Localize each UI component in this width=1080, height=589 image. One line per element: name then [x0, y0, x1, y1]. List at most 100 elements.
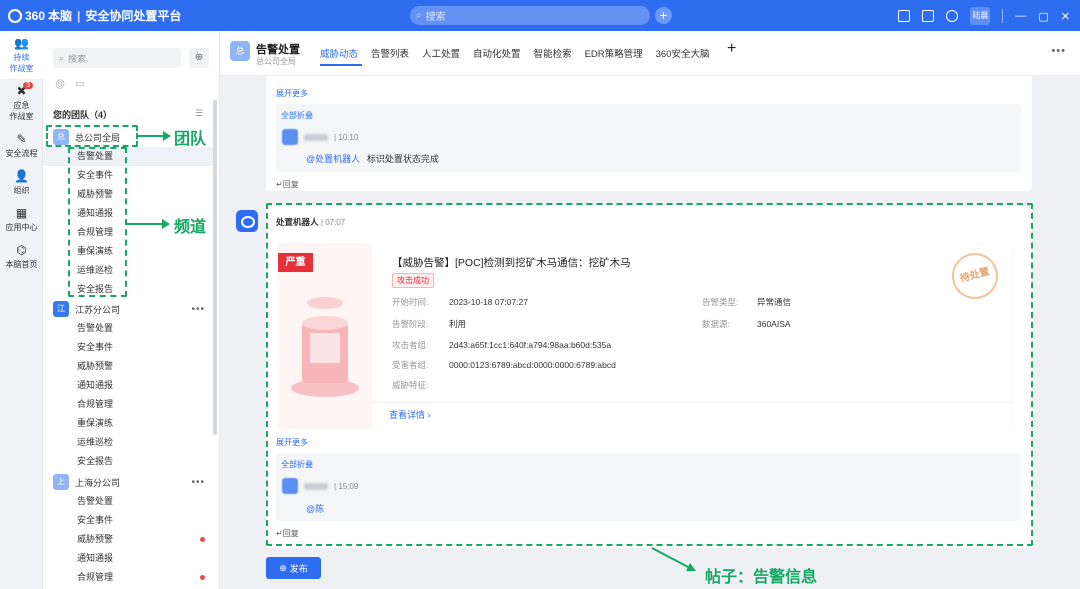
brand-product: 安全协同处置平台	[85, 9, 182, 23]
channel-item[interactable]: 安全事件	[43, 338, 213, 357]
global-search-input[interactable]: ⌕ 搜索	[410, 6, 650, 25]
team-head[interactable]: 上 上海分公司 •••	[43, 472, 213, 492]
channel-item[interactable]: 运维巡检	[43, 433, 213, 452]
brand-logo-icon	[8, 8, 22, 23]
channel-filters: @ ▭	[55, 79, 85, 90]
more-icon[interactable]: •••	[191, 304, 205, 315]
rail-item-org[interactable]: 👤 组织	[0, 164, 43, 201]
brand: 360 本脑 | 安全协同处置平台	[8, 7, 181, 24]
channel-item[interactable]: 合规管理	[43, 395, 213, 414]
bookmark-icon[interactable]	[898, 10, 911, 22]
minimize-icon[interactable]: —	[1015, 10, 1026, 22]
reply-thread: 全部折叠 | 10:10 @处置机器人 标识处置状态完成	[276, 104, 1021, 172]
tab-alert-list[interactable]: 告警列表	[371, 46, 409, 60]
reply-time: | 10:10	[334, 132, 359, 142]
channel-item[interactable]: 安全事件	[43, 511, 213, 530]
publish-button[interactable]: ⊕ 发布	[266, 557, 321, 579]
tab-threat-dynamics[interactable]: 威胁动态	[320, 46, 358, 60]
post-card: 展开更多 全部折叠 | 10:10 @处置机器人 标识处置状态完成 ↵回复	[266, 76, 1032, 191]
reply-author-redacted	[304, 133, 328, 141]
rail-item-security-flow[interactable]: ✎ 安全流程	[0, 127, 43, 164]
team-group-shanghai: 上 上海分公司 ••• 告警处置 安全事件 威胁预警 通知通报 合规管理	[43, 472, 213, 587]
post-highlight-box	[266, 203, 1033, 546]
add-user-button[interactable]: ⊕	[189, 48, 209, 68]
at-icon[interactable]: @	[55, 79, 65, 90]
home-icon: ⌬	[16, 243, 27, 257]
reply-avatar	[282, 129, 298, 145]
global-search-placeholder: 搜索	[425, 12, 446, 23]
team-icon: 👥	[14, 36, 29, 50]
tab-edr-policy[interactable]: EDR策略管理	[585, 46, 643, 60]
tab-manual-handling[interactable]: 人工处置	[422, 46, 460, 60]
tab-360-brain[interactable]: 360安全大脑	[656, 46, 710, 60]
plus-circle-icon: ⊕	[279, 562, 287, 573]
collapse-all-link[interactable]: 全部折叠	[281, 110, 313, 121]
bot-avatar-icon	[236, 210, 258, 232]
team-settings-icon[interactable]: ☰	[195, 108, 203, 119]
channel-item[interactable]: 重保演练	[43, 414, 213, 433]
mention-link[interactable]: @处置机器人	[306, 154, 360, 164]
channel-item[interactable]: 威胁预警	[43, 530, 213, 549]
channel-item[interactable]: 威胁预警	[43, 357, 213, 376]
chat-icon[interactable]: ▭	[75, 79, 84, 90]
team-name: 上海分公司	[75, 477, 121, 488]
search-icon: ⌕	[59, 52, 65, 63]
channel-item[interactable]: 通知通报	[43, 376, 213, 395]
channel-item[interactable]: 告警处置	[43, 319, 213, 338]
channel-header: 总 告警处置 总公司全局 威胁动态 告警列表 人工处置 自动化处置 智能检索 E…	[220, 31, 1080, 76]
channel-item[interactable]: 告警处置	[43, 492, 213, 511]
apps-icon: ▦	[15, 206, 28, 220]
active-tab-indicator	[320, 64, 362, 66]
add-tab-button[interactable]: +	[727, 40, 736, 58]
reply-button[interactable]: ↵回复	[276, 179, 299, 190]
channel-search-input[interactable]: ⌕ 搜索	[53, 48, 181, 68]
team-group-jiangsu: 江 江苏分公司 ••• 告警处置 安全事件 威胁预警 通知通报 合规管理 重保演…	[43, 299, 213, 471]
add-button[interactable]: +	[655, 7, 672, 24]
team-avatar: 江	[53, 301, 69, 317]
close-icon[interactable]: ✕	[1061, 10, 1070, 23]
rail-item-continuous-war-room[interactable]: 👥 持续 作战室	[0, 31, 43, 79]
titlebar-actions: 陆晨 — ▢ ✕	[898, 7, 1070, 25]
tab-smart-search[interactable]: 智能检索	[534, 46, 572, 60]
post-annotation: 帖子：告警信息	[705, 569, 818, 586]
reply-text: 标识处置状态完成	[366, 154, 439, 164]
bot-icon[interactable]	[946, 10, 959, 22]
maximize-icon[interactable]: ▢	[1038, 10, 1048, 23]
more-icon[interactable]: •••	[191, 477, 205, 488]
team-section-title: 您的团队（4）	[53, 110, 113, 120]
channel-annotation: 频道	[174, 219, 207, 236]
reply-message: @处置机器人 标识处置状态完成	[306, 152, 439, 165]
post-arrow-icon	[651, 547, 696, 571]
user-avatar[interactable]: 陆晨	[970, 7, 991, 25]
team-name: 江苏分公司	[75, 304, 121, 315]
channel-subtitle: 总公司全局	[256, 57, 296, 66]
org-icon: 👤	[14, 169, 29, 183]
channel-panel: ⌕ 搜索 ⊕ @ ▭ 您的团队（4） ☰ 总 总公司全局 告警处置 安全事件 威…	[43, 31, 220, 589]
channel-scrollbar[interactable]	[213, 100, 217, 435]
rail-item-app-center[interactable]: ▦ 应用中心	[0, 201, 43, 238]
more-icon[interactable]: •••	[1051, 45, 1066, 57]
channel-arrow-head	[162, 219, 170, 229]
channel-item[interactable]: 通知通报	[43, 549, 213, 568]
channel-title: 告警处置	[256, 44, 300, 56]
channel-item[interactable]: 安全报告	[43, 452, 213, 471]
rail-item-emergency-war-room[interactable]: ✖ 3 应急 作战室	[0, 79, 43, 127]
team-avatar: 上	[53, 474, 69, 490]
left-rail: 👥 持续 作战室 ✖ 3 应急 作战室 ✎ 安全流程 👤 组织 ▦ 应用中心 ⌬…	[0, 31, 43, 589]
channel-arrow-line	[127, 223, 163, 225]
edit-icon[interactable]	[922, 10, 935, 22]
channel-avatar: 总	[230, 41, 250, 61]
flow-icon: ✎	[16, 132, 27, 146]
rail-item-home[interactable]: ⌬ 本脑首页	[0, 238, 43, 275]
brand-separator: |	[77, 8, 81, 23]
team-head[interactable]: 江 江苏分公司 •••	[43, 299, 213, 319]
channel-item[interactable]: 合规管理	[43, 568, 213, 587]
titlebar-divider	[1002, 9, 1004, 23]
expand-more-link[interactable]: 展开更多	[276, 88, 308, 99]
unread-dot	[200, 575, 205, 580]
tab-bar: 威胁动态 告警列表 人工处置 自动化处置 智能检索 EDR策略管理 360安全大…	[320, 46, 710, 60]
team-annotation: 团队	[174, 131, 207, 148]
title-bar: 360 本脑 | 安全协同处置平台 ⌕ 搜索 + 陆晨 — ▢ ✕	[0, 0, 1080, 31]
channel-highlight-box	[68, 147, 127, 297]
tab-auto-handling[interactable]: 自动化处置	[473, 46, 521, 60]
